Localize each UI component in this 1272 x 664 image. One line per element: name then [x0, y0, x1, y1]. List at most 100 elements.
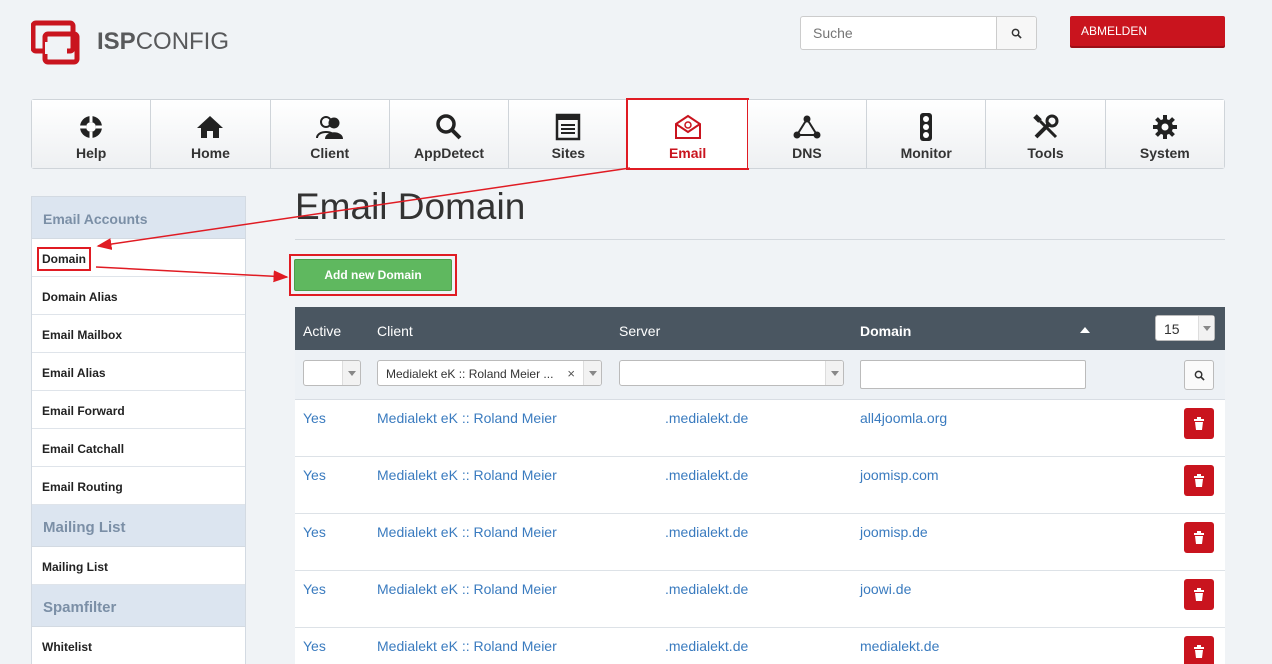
cell-client[interactable]: Medialekt eK :: Roland Meier — [377, 638, 557, 654]
sidebar-item-domain-alias[interactable]: Domain Alias — [32, 277, 245, 315]
traffic-light-icon — [920, 113, 933, 141]
wrench-screwdriver-icon — [1032, 114, 1059, 139]
nav-monitor[interactable]: Monitor — [867, 100, 987, 168]
sort-ascending-icon[interactable] — [1080, 327, 1090, 333]
cell-active[interactable]: Yes — [303, 410, 326, 426]
trash-icon — [1194, 417, 1204, 430]
search-button[interactable] — [996, 17, 1036, 49]
filter-row: Medialekt eK :: Roland Meier ... × — [295, 350, 1225, 400]
nav-email[interactable]: Email — [626, 98, 750, 170]
table-row[interactable]: Yes Medialekt eK :: Roland Meier .medial… — [295, 457, 1225, 514]
cell-client[interactable]: Medialekt eK :: Roland Meier — [377, 467, 557, 483]
search-icon — [1194, 370, 1205, 381]
cell-server[interactable]: .medialekt.de — [665, 581, 748, 597]
nav-label: Sites — [551, 145, 586, 161]
column-active[interactable]: Active — [303, 323, 341, 339]
trash-icon — [1194, 588, 1204, 601]
clear-icon[interactable]: × — [567, 366, 575, 381]
nav-system[interactable]: System — [1105, 100, 1224, 168]
column-client[interactable]: Client — [377, 323, 413, 339]
nav-label: Client — [310, 145, 350, 161]
cell-server[interactable]: .medialekt.de — [665, 638, 748, 654]
delete-button[interactable] — [1184, 465, 1214, 496]
nav-help[interactable]: Help — [32, 100, 152, 168]
cell-domain[interactable]: joomisp.de — [860, 524, 928, 540]
nav-label: AppDetect — [414, 145, 485, 161]
main-navigation: Help Home Client AppDetect Sites Email D… — [31, 98, 1225, 170]
users-icon — [315, 116, 343, 139]
table-row[interactable]: Yes Medialekt eK :: Roland Meier .medial… — [295, 514, 1225, 571]
add-new-domain-button[interactable]: Add new Domain — [294, 259, 452, 291]
nav-label: Home — [190, 145, 230, 161]
delete-button[interactable] — [1184, 522, 1214, 553]
client-filter-select[interactable]: Medialekt eK :: Roland Meier ... × — [377, 360, 602, 386]
sidebar-item-mailing-list[interactable]: Mailing List — [32, 547, 245, 585]
nav-tools[interactable]: Tools — [986, 100, 1106, 168]
trash-icon — [1194, 645, 1204, 658]
column-server[interactable]: Server — [619, 323, 660, 339]
cell-server[interactable]: .medialekt.de — [665, 410, 748, 426]
filter-search-button[interactable] — [1184, 360, 1214, 390]
logo-text: ISPCONFIG — [97, 28, 230, 55]
sidebar-item-email-alias[interactable]: Email Alias — [32, 353, 245, 391]
cell-client[interactable]: Medialekt eK :: Roland Meier — [377, 581, 557, 597]
nav-dns[interactable]: DNS — [747, 100, 868, 168]
cell-domain[interactable]: all4joomla.org — [860, 410, 947, 426]
nav-client[interactable]: Client — [270, 100, 390, 168]
nav-sites[interactable]: Sites — [509, 100, 629, 168]
cell-domain[interactable]: joowi.de — [860, 581, 911, 597]
sidebar-section-email-accounts: Email Accounts — [32, 197, 245, 239]
domain-filter-input[interactable] — [860, 360, 1086, 389]
logout-button[interactable]: ABMELDEN — [1070, 16, 1225, 46]
sidebar-item-domain[interactable]: Domain — [32, 239, 245, 277]
delete-button[interactable] — [1184, 579, 1214, 610]
sidebar-item-email-catchall[interactable]: Email Catchall — [32, 429, 245, 467]
chevron-down-icon — [342, 361, 360, 385]
server-filter-select[interactable] — [619, 360, 844, 386]
chevron-down-icon — [1198, 316, 1214, 340]
nav-label: Monitor — [900, 145, 952, 161]
search-box — [800, 16, 1037, 50]
cell-domain[interactable]: joomisp.com — [860, 467, 939, 483]
cell-server[interactable]: .medialekt.de — [665, 524, 748, 540]
sidebar: Email Accounts Domain Domain Alias Email… — [31, 196, 246, 664]
cell-client[interactable]: Medialekt eK :: Roland Meier — [377, 524, 557, 540]
nav-label: DNS — [792, 145, 822, 161]
active-filter-select[interactable] — [303, 360, 361, 386]
add-button-highlight: Add new Domain — [289, 254, 457, 296]
nav-appdetect[interactable]: AppDetect — [389, 100, 510, 168]
sidebar-item-whitelist[interactable]: Whitelist — [32, 627, 245, 664]
table-row[interactable]: Yes Medialekt eK :: Roland Meier .medial… — [295, 628, 1225, 664]
sidebar-item-email-routing[interactable]: Email Routing — [32, 467, 245, 505]
magnifier-icon — [436, 114, 462, 140]
column-domain[interactable]: Domain — [860, 323, 911, 339]
ispconfig-logo[interactable]: ISPCONFIG — [31, 20, 241, 66]
sidebar-item-email-forward[interactable]: Email Forward — [32, 391, 245, 429]
home-icon — [197, 116, 224, 138]
page-title: Email Domain — [295, 186, 526, 227]
cell-active[interactable]: Yes — [303, 524, 326, 540]
cell-active[interactable]: Yes — [303, 467, 326, 483]
sidebar-section-mailing-list: Mailing List — [32, 505, 245, 547]
search-input[interactable] — [801, 17, 997, 49]
sidebar-item-email-mailbox[interactable]: Email Mailbox — [32, 315, 245, 353]
nav-label: Email — [668, 145, 707, 161]
table-row[interactable]: Yes Medialekt eK :: Roland Meier .medial… — [295, 400, 1225, 457]
table-header: Active Client Server Domain 15 — [295, 307, 1225, 350]
trash-icon — [1194, 474, 1204, 487]
table-row[interactable]: Yes Medialekt eK :: Roland Meier .medial… — [295, 571, 1225, 628]
cell-client[interactable]: Medialekt eK :: Roland Meier — [377, 410, 557, 426]
delete-button[interactable] — [1184, 636, 1214, 664]
title-divider — [295, 239, 1225, 240]
search-icon — [1011, 28, 1022, 39]
delete-button[interactable] — [1184, 408, 1214, 439]
cell-server[interactable]: .medialekt.de — [665, 467, 748, 483]
browser-window-icon — [556, 113, 581, 141]
sidebar-section-spamfilter: Spamfilter — [32, 585, 245, 627]
per-page-select[interactable]: 15 — [1155, 315, 1215, 341]
cell-domain[interactable]: medialekt.de — [860, 638, 939, 654]
cell-active[interactable]: Yes — [303, 638, 326, 654]
nav-home[interactable]: Home — [151, 100, 271, 168]
chevron-down-icon — [583, 361, 601, 385]
cell-active[interactable]: Yes — [303, 581, 326, 597]
